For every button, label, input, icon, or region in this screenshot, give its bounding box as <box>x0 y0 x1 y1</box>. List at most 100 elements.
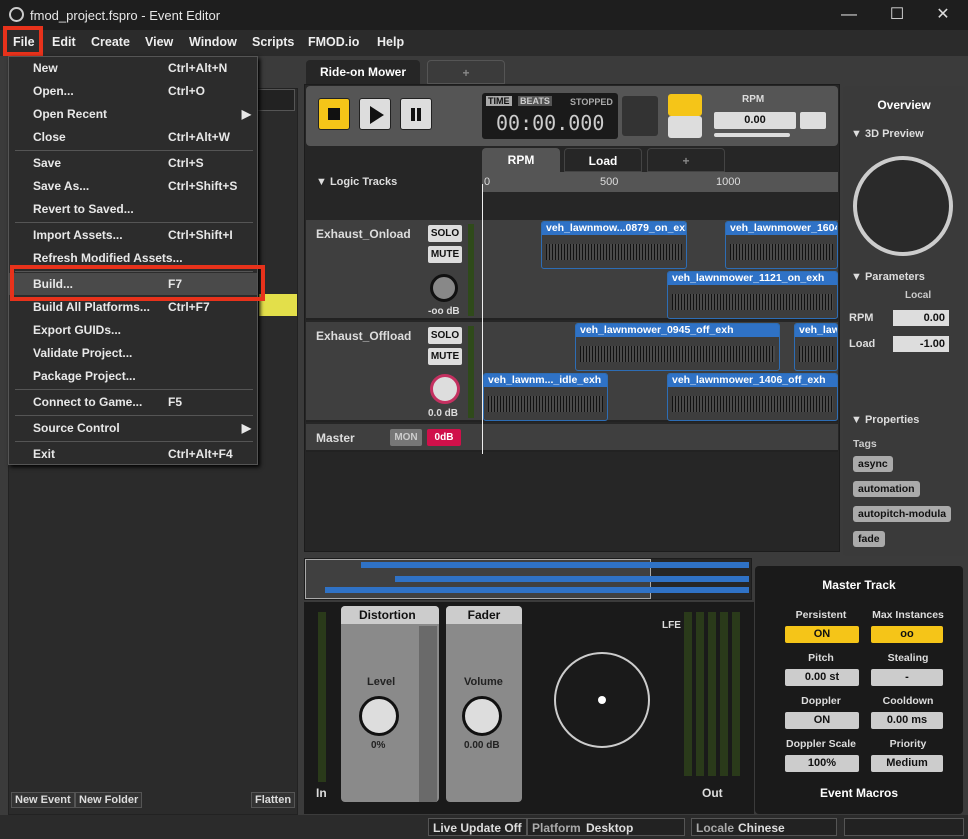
menu-create[interactable]: Create <box>91 35 130 49</box>
menu-fmodio[interactable]: FMOD.io <box>308 35 359 49</box>
clip-offload-idle[interactable]: veh_lawnm..._idle_exh <box>483 373 608 421</box>
timeline-view-button[interactable] <box>668 94 702 116</box>
menu-item-exit[interactable]: Exit Ctrl+Alt+F4 <box>9 443 257 465</box>
add-event-tab-button[interactable]: + <box>427 60 505 84</box>
stealing-dropdown[interactable]: - <box>871 669 943 686</box>
parameters-header[interactable]: ▼ Parameters <box>851 271 925 283</box>
loop-toggle[interactable] <box>622 96 658 136</box>
persistent-toggle[interactable]: ON <box>785 626 859 643</box>
surround-panner[interactable] <box>554 652 650 748</box>
menu-file[interactable]: File <box>13 35 35 49</box>
track-volume-knob[interactable] <box>430 274 458 302</box>
new-folder-button[interactable]: New Folder <box>75 792 143 808</box>
search-input[interactable] <box>257 89 295 111</box>
menu-item-import-assets[interactable]: Import Assets... Ctrl+Shift+I <box>9 224 257 246</box>
timeline-overview[interactable] <box>304 558 752 600</box>
menu-edit[interactable]: Edit <box>52 35 76 49</box>
clip-onload-1121[interactable]: veh_lawnmower_1121_on_exh <box>667 271 838 319</box>
clip-title: veh_law <box>795 324 837 337</box>
menu-item-revert[interactable]: Revert to Saved... <box>9 198 257 220</box>
menu-window[interactable]: Window <box>189 35 237 49</box>
menu-item-open[interactable]: Open... Ctrl+O <box>9 80 257 102</box>
tag-async[interactable]: async <box>853 456 893 472</box>
clip-title: veh_lawnm..._idle_exh <box>484 374 607 387</box>
menu-view[interactable]: View <box>145 35 173 49</box>
param-slider[interactable] <box>714 133 790 137</box>
clip-offload-0945[interactable]: veh_lawnmower_0945_off_exh <box>575 323 780 371</box>
menu-item-connect[interactable]: Connect to Game... F5 <box>9 391 257 413</box>
menu-item-new[interactable]: New Ctrl+Alt+N <box>9 57 257 79</box>
tag-fade[interactable]: fade <box>853 531 885 547</box>
param-value-field-2[interactable] <box>800 112 826 129</box>
menu-help[interactable]: Help <box>377 35 404 49</box>
3d-preview-panner[interactable] <box>853 156 953 256</box>
menu-item-save[interactable]: Save Ctrl+S <box>9 152 257 174</box>
level-value: 0% <box>371 740 386 751</box>
param-load-value[interactable]: -1.00 <box>893 336 949 352</box>
master-volume-field[interactable]: 0dB <box>427 429 461 446</box>
param-value-field[interactable]: 0.00 <box>714 112 796 129</box>
mute-button[interactable]: MUTE <box>428 246 462 263</box>
menu-item-source-control[interactable]: Source Control ▶ <box>9 417 257 439</box>
menu-item-export-guids[interactable]: Export GUIDs... <box>9 319 257 341</box>
menu-item-package[interactable]: Package Project... <box>9 365 257 387</box>
locale-selector[interactable]: Locale Chinese <box>691 818 837 836</box>
solo-button[interactable]: SOLO <box>428 327 462 344</box>
track-meter <box>468 224 474 316</box>
overview-title: Overview <box>877 98 931 112</box>
pause-button[interactable] <box>400 98 432 130</box>
timeline-ruler[interactable]: 0 500 1000 <box>482 172 838 192</box>
mute-button[interactable]: MUTE <box>428 348 462 365</box>
menu-item-validate[interactable]: Validate Project... <box>9 342 257 364</box>
tag-autopitch[interactable]: autopitch-modula <box>853 506 951 522</box>
logic-tracks-label: ▼ Logic Tracks <box>316 176 398 188</box>
tab-load[interactable]: Load <box>564 148 642 172</box>
add-param-tab-button[interactable]: + <box>647 148 725 172</box>
clip-onload-1604[interactable]: veh_lawnmower_1604 <box>725 221 838 269</box>
menu-item-open-recent[interactable]: Open Recent ▶ <box>9 103 257 125</box>
mon-button[interactable]: MON <box>390 429 422 446</box>
transport-state: STOPPED <box>570 97 613 107</box>
tag-automation[interactable]: automation <box>853 481 920 497</box>
level-label: Level <box>367 676 396 688</box>
track-volume-knob[interactable] <box>430 374 460 404</box>
tab-ride-on-mower[interactable]: Ride-on Mower <box>306 60 420 84</box>
max-instances-field[interactable]: oo <box>871 626 943 643</box>
cooldown-field[interactable]: 0.00 ms <box>871 712 943 729</box>
3d-preview-header[interactable]: ▼ 3D Preview <box>851 128 924 140</box>
doppler-scale-field[interactable]: 100% <box>785 755 859 772</box>
clip-offload-law[interactable]: veh_law <box>794 323 838 371</box>
priority-dropdown[interactable]: Medium <box>871 755 943 772</box>
platform-selector[interactable]: Platform Desktop <box>527 818 685 836</box>
new-event-button[interactable]: New Event <box>11 792 75 808</box>
menu-item-close[interactable]: Close Ctrl+Alt+W <box>9 126 257 148</box>
live-update-button[interactable]: Live Update Off <box>428 818 527 836</box>
maximize-button[interactable]: ☐ <box>886 4 908 26</box>
tab-rpm[interactable]: RPM <box>482 148 560 172</box>
beats-mode-button[interactable]: BEATS <box>518 96 552 106</box>
pitch-field[interactable]: 0.00 st <box>785 669 859 686</box>
volume-knob[interactable] <box>462 696 502 736</box>
clip-offload-1406[interactable]: veh_lawnmower_1406_off_exh <box>667 373 838 421</box>
automation-strip[interactable] <box>419 626 437 802</box>
close-button[interactable]: ✕ <box>932 4 954 26</box>
menu-scripts[interactable]: Scripts <box>252 35 294 49</box>
properties-header[interactable]: ▼ Properties <box>851 414 919 426</box>
follow-playhead-button[interactable] <box>668 116 702 138</box>
param-rpm-value[interactable]: 0.00 <box>893 310 949 326</box>
flatten-button[interactable]: Flatten <box>251 792 296 808</box>
status-bar: Live Update Off Platform Desktop Locale … <box>0 815 968 839</box>
menu-item-save-as[interactable]: Save As... Ctrl+Shift+S <box>9 175 257 197</box>
time-mode-button[interactable]: TIME <box>486 96 512 106</box>
track-master[interactable]: Master MON 0dB <box>306 424 838 452</box>
fader-effect[interactable]: Fader Volume 0.00 dB <box>446 606 522 802</box>
play-button[interactable] <box>359 98 391 130</box>
level-knob[interactable] <box>359 696 399 736</box>
clip-onload-0879[interactable]: veh_lawnmow...0879_on_exh <box>541 221 687 269</box>
distortion-effect[interactable]: Distortion Level 0% <box>341 606 439 802</box>
solo-button[interactable]: SOLO <box>428 225 462 242</box>
panner-point[interactable] <box>598 696 606 704</box>
minimize-button[interactable]: — <box>838 4 860 26</box>
stop-button[interactable] <box>318 98 350 130</box>
doppler-toggle[interactable]: ON <box>785 712 859 729</box>
